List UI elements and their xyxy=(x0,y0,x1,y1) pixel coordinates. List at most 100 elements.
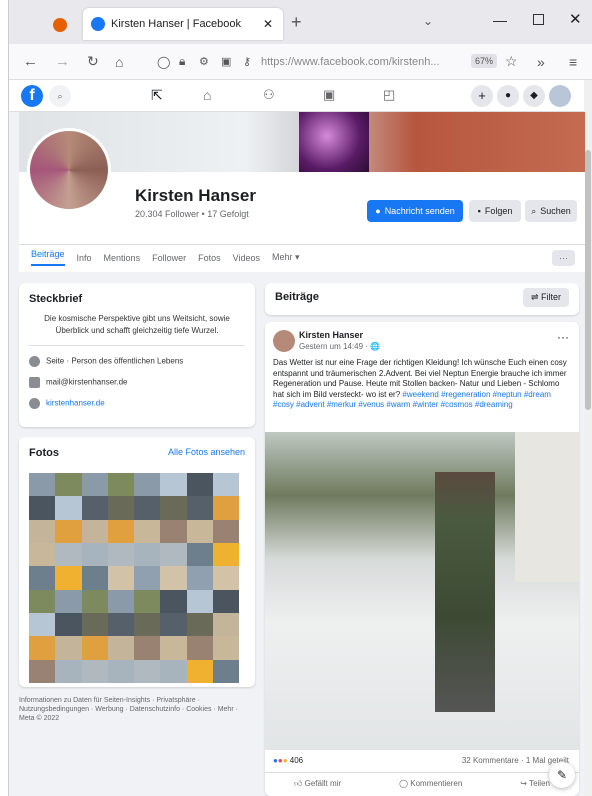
photo-tile[interactable] xyxy=(134,613,161,637)
photo-tile[interactable] xyxy=(29,613,56,637)
like-button[interactable]: 👍︎ Gefällt mir xyxy=(294,779,341,789)
photo-tile[interactable] xyxy=(55,543,82,567)
see-all-photos-link[interactable]: Alle Fotos ansehen xyxy=(168,447,245,457)
permissions-icon[interactable]: ⚙ xyxy=(199,55,209,68)
profile-avatar[interactable] xyxy=(27,128,111,212)
photo-tile[interactable] xyxy=(29,566,56,590)
photo-tile[interactable] xyxy=(107,566,134,590)
create-icon[interactable]: + xyxy=(471,85,493,107)
url-bar[interactable]: https://www.facebook.com/kirstenh... xyxy=(261,50,471,74)
photo-tile[interactable] xyxy=(186,543,213,567)
photo-tile[interactable] xyxy=(29,636,56,660)
home-icon[interactable]: ⌂ xyxy=(115,54,123,70)
intro-website[interactable]: kirstenhanser.de xyxy=(29,398,245,409)
photo-tile[interactable] xyxy=(160,566,187,590)
photo-tile[interactable] xyxy=(107,473,134,497)
photo-tile[interactable] xyxy=(212,636,239,660)
photo-tile[interactable] xyxy=(55,613,82,637)
post-author-avatar[interactable] xyxy=(273,330,295,352)
share-button[interactable]: ↪ Teilen xyxy=(520,779,550,788)
photo-tile[interactable] xyxy=(186,496,213,520)
photo-tile[interactable] xyxy=(134,659,161,683)
follower-count[interactable]: 20.304 Follower • 17 Gefolgt xyxy=(135,209,249,219)
forward-icon[interactable]: → xyxy=(55,53,70,70)
photo-tile[interactable] xyxy=(107,543,134,567)
filter-button[interactable]: ⇌ Filter xyxy=(522,288,569,307)
photo-tile[interactable] xyxy=(81,496,108,520)
page-scrollbar[interactable] xyxy=(584,80,592,796)
notifications-icon[interactable]: ◆ xyxy=(523,85,545,107)
post-author[interactable]: Kirsten Hanser xyxy=(299,330,363,340)
tab-videos[interactable]: Videos xyxy=(233,253,260,263)
photo-tile[interactable] xyxy=(107,659,134,683)
photo-tile[interactable] xyxy=(29,659,56,683)
photo-tile[interactable] xyxy=(81,519,108,543)
photo-tile[interactable] xyxy=(81,543,108,567)
new-tab-button[interactable]: + xyxy=(291,12,302,33)
key-icon[interactable]: ⚷ xyxy=(243,55,251,68)
nav-home-icon[interactable]: ⌂ xyxy=(203,87,211,103)
intro-email[interactable]: mail@kirstenhanser.de xyxy=(29,377,245,388)
photo-tile[interactable] xyxy=(134,566,161,590)
photo-tile[interactable] xyxy=(81,636,108,660)
photo-tile[interactable] xyxy=(81,613,108,637)
new-message-button[interactable]: ✎ xyxy=(549,762,575,788)
photo-tile[interactable] xyxy=(160,589,187,613)
photo-tile[interactable] xyxy=(134,543,161,567)
nav-groups-icon[interactable]: ⚇ xyxy=(263,87,275,103)
shield-icon[interactable]: ◯ xyxy=(157,55,170,69)
photo-tile[interactable] xyxy=(134,589,161,613)
photo-tile[interactable] xyxy=(160,659,187,683)
search-profile-button[interactable]: ⌕ Suchen xyxy=(525,200,577,222)
photo-tile[interactable] xyxy=(160,496,187,520)
photo-tile[interactable] xyxy=(186,659,213,683)
maximize-button[interactable] xyxy=(533,14,544,25)
photo-tile[interactable] xyxy=(212,659,239,683)
tab-followers[interactable]: Follower xyxy=(152,253,186,263)
account-avatar[interactable] xyxy=(549,85,571,107)
footer-links[interactable]: Informationen zu Daten für Seiten-Insigh… xyxy=(19,696,245,723)
send-message-button[interactable]: ● Nachricht senden xyxy=(367,200,463,222)
close-tab-icon[interactable]: ✕ xyxy=(263,17,273,31)
camera-blocked-icon[interactable]: ▣ xyxy=(221,55,231,68)
photo-tile[interactable] xyxy=(186,519,213,543)
facebook-logo-icon[interactable]: f xyxy=(21,85,43,107)
comment-button[interactable]: ◯ Kommentieren xyxy=(399,779,462,788)
photo-tile[interactable] xyxy=(55,473,82,497)
comments-shares[interactable]: 32 Kommentare · 1 Mal geteilt xyxy=(462,756,569,765)
photo-tile[interactable] xyxy=(81,566,108,590)
tab-photos[interactable]: Fotos xyxy=(198,253,221,263)
photo-tile[interactable] xyxy=(134,636,161,660)
bookmark-star-icon[interactable]: ☆ xyxy=(505,53,518,70)
photo-tile[interactable] xyxy=(212,519,239,543)
photo-tile[interactable] xyxy=(55,496,82,520)
photo-tile[interactable] xyxy=(212,543,239,567)
photo-tile[interactable] xyxy=(55,589,82,613)
photo-tile[interactable] xyxy=(107,496,134,520)
photo-tile[interactable] xyxy=(212,473,239,497)
nav-video-icon[interactable]: ▣ xyxy=(323,87,335,103)
firefox-view-icon[interactable] xyxy=(53,18,67,32)
photo-tile[interactable] xyxy=(212,589,239,613)
zoom-level[interactable]: 67% xyxy=(471,54,498,68)
photo-tile[interactable] xyxy=(29,496,56,520)
photo-tile[interactable] xyxy=(81,589,108,613)
post-options-icon[interactable]: ··· xyxy=(557,330,569,344)
photo-tile[interactable] xyxy=(107,519,134,543)
photo-tile[interactable] xyxy=(160,613,187,637)
tab-info[interactable]: Info xyxy=(77,253,92,263)
photo-tile[interactable] xyxy=(55,636,82,660)
post-time[interactable]: Gestern um 14:49 · 🌐 xyxy=(299,342,380,351)
photo-tile[interactable] xyxy=(29,589,56,613)
photo-tile[interactable] xyxy=(212,496,239,520)
tab-list-icon[interactable]: ⌄ xyxy=(423,14,433,28)
photo-tile[interactable] xyxy=(212,613,239,637)
tab-mentions[interactable]: Mentions xyxy=(104,253,141,263)
tab-more[interactable]: Mehr ▾ xyxy=(272,252,300,263)
photo-tile[interactable] xyxy=(160,519,187,543)
reactions-count[interactable]: ●●● 406 xyxy=(273,756,303,765)
photo-tile[interactable] xyxy=(186,566,213,590)
tab-posts[interactable]: Beiträge xyxy=(31,249,65,266)
photo-tile[interactable] xyxy=(81,473,108,497)
photo-tile[interactable] xyxy=(160,473,187,497)
